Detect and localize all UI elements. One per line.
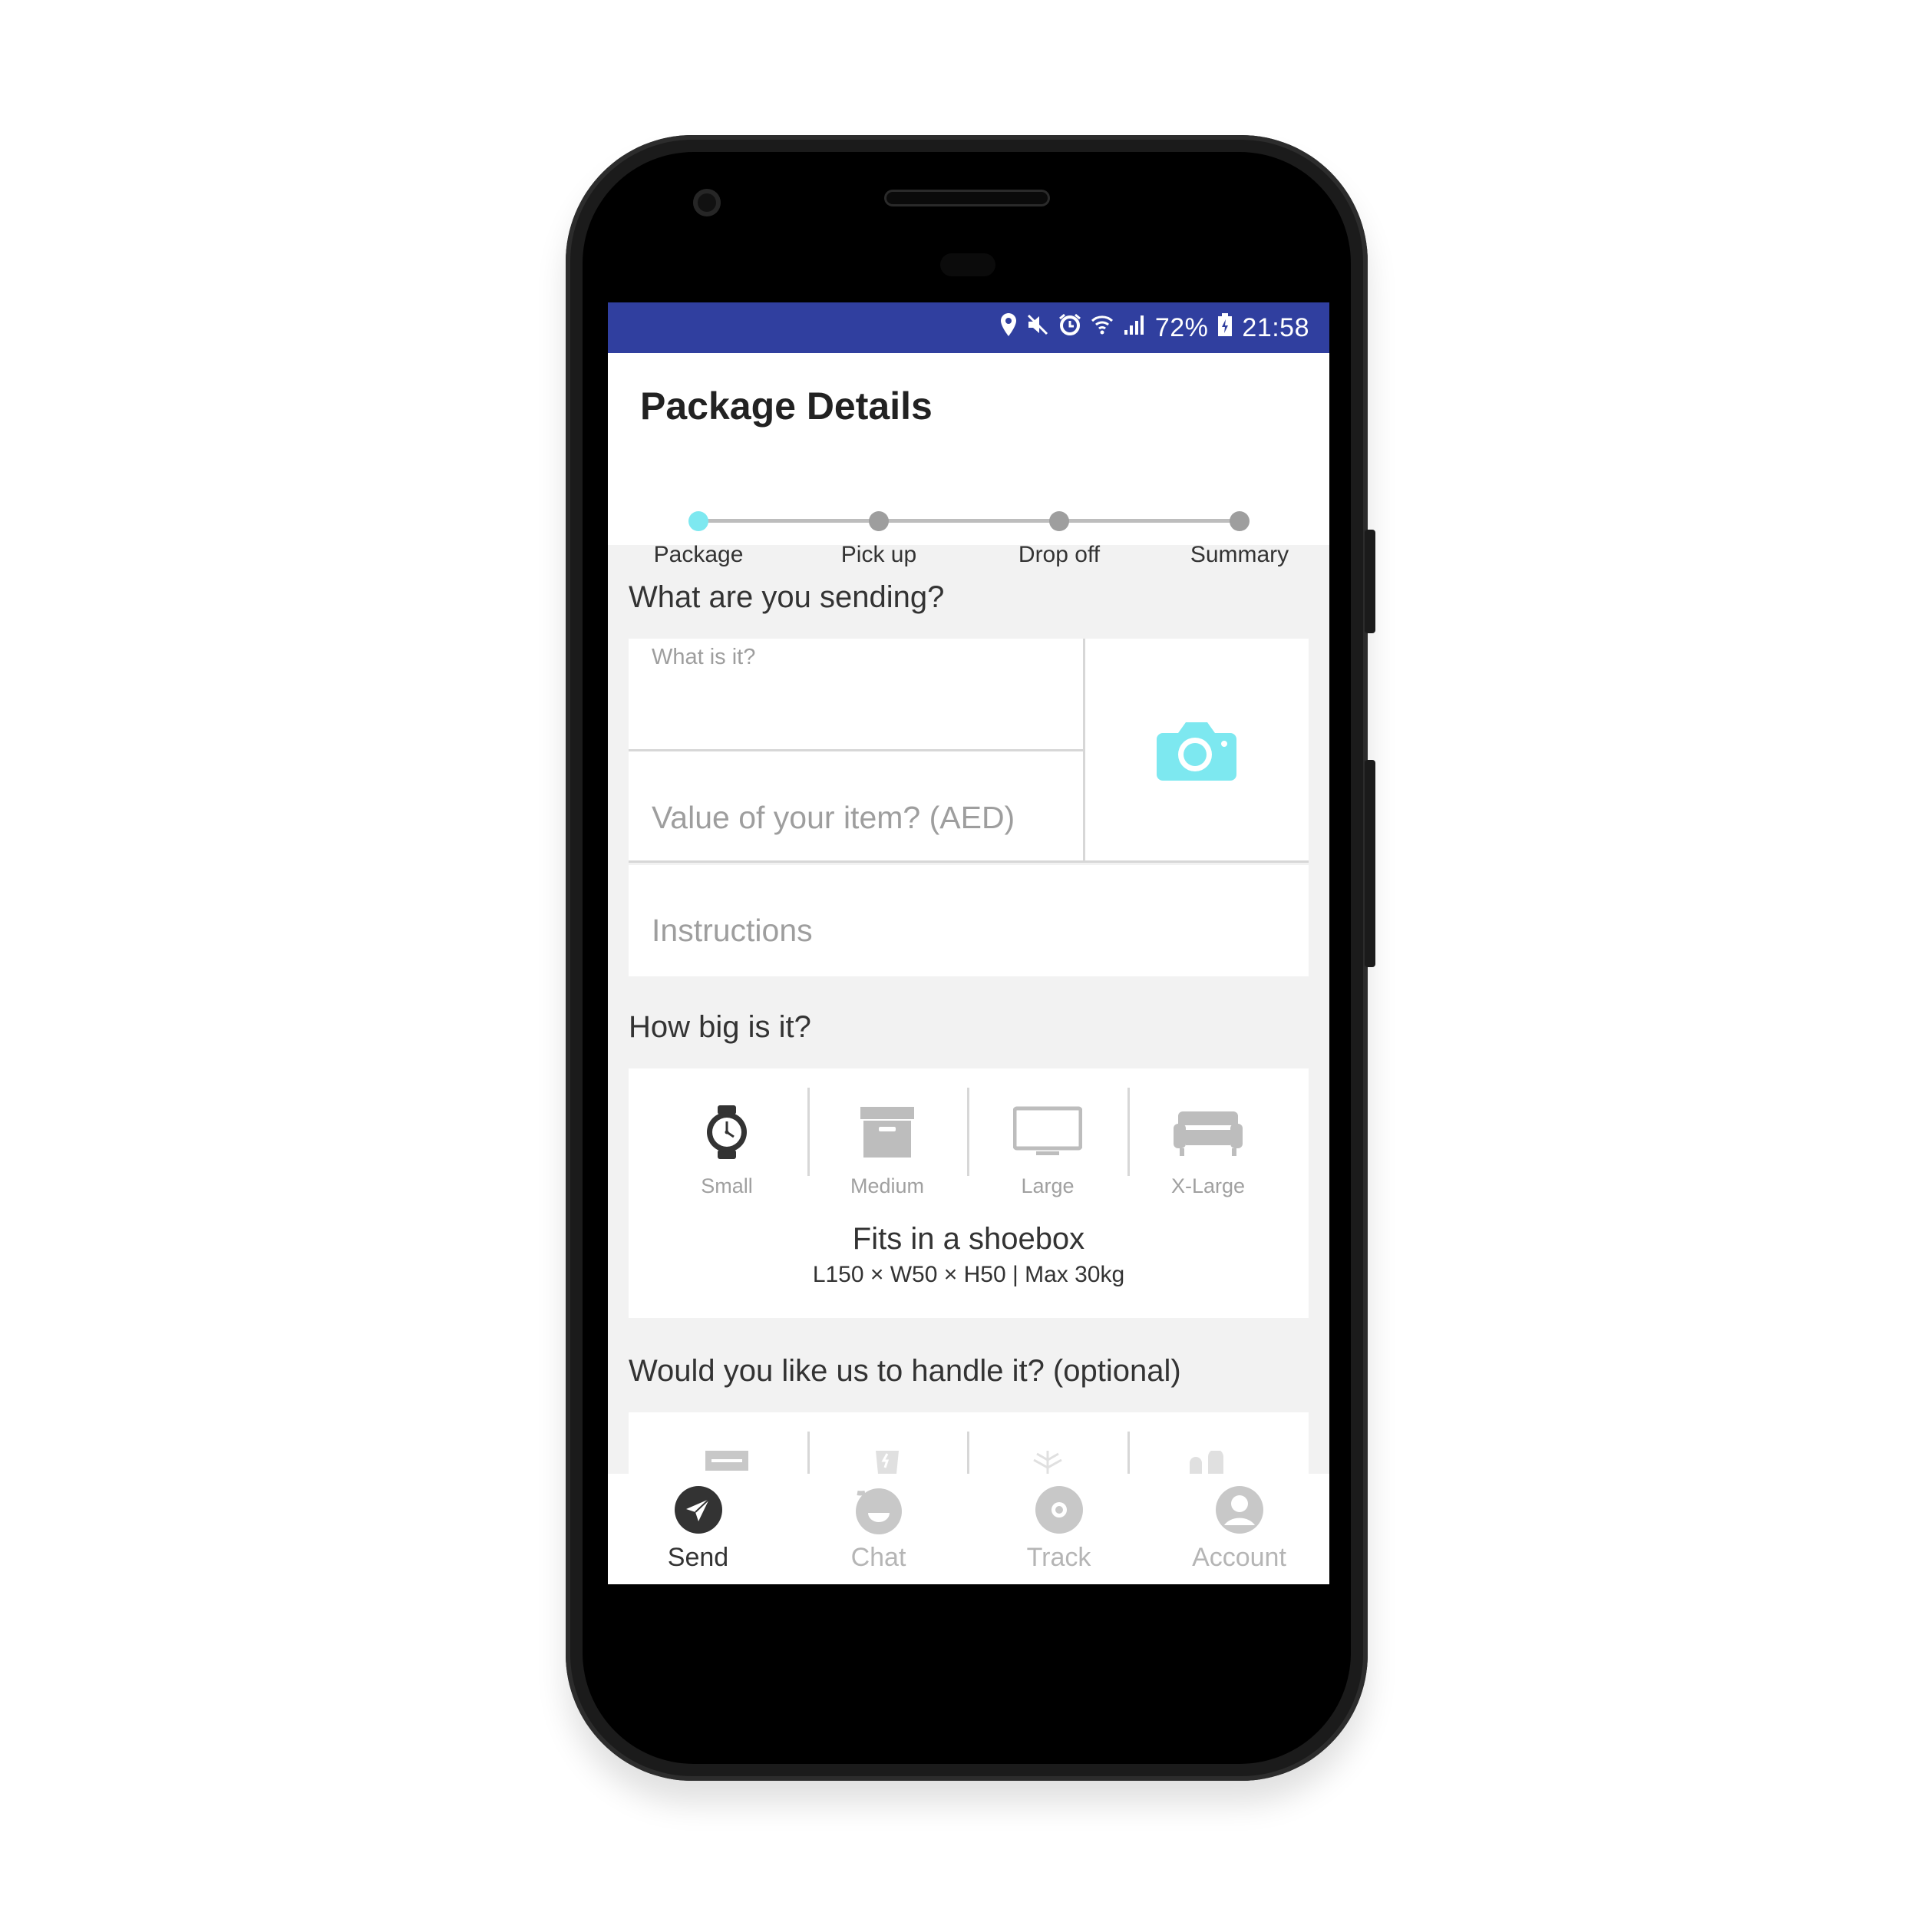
step-label-dropoff[interactable]: Drop off	[982, 542, 1136, 568]
size-dimensions: L150 × W50 × H50 | Max 30kg	[812, 1262, 1125, 1287]
size-label-small: Small	[701, 1174, 753, 1197]
nav-label-send: Send	[667, 1543, 729, 1572]
earpiece-speaker	[886, 192, 1048, 204]
nav-account[interactable]: Account	[1149, 1474, 1329, 1584]
battery-icon	[1217, 312, 1233, 343]
size-option-xlarge[interactable]: X-Large	[1127, 1068, 1289, 1222]
nav-track[interactable]: Track	[969, 1474, 1149, 1584]
size-label-xlarge: X-Large	[1170, 1174, 1246, 1197]
watch-icon	[707, 1105, 747, 1159]
handling-section-title: Would you like us to handle it? (optiona…	[629, 1354, 1181, 1388]
app-screen: 72% 21:58 Package Details Package Pick u…	[608, 302, 1329, 1584]
size-option-large[interactable]: Large	[967, 1068, 1128, 1222]
tv-icon	[1013, 1106, 1082, 1155]
send-icon	[675, 1486, 722, 1534]
size-section-title: How big is it?	[629, 1010, 811, 1044]
proximity-sensor	[940, 253, 995, 276]
nav-label-account: Account	[1192, 1543, 1286, 1572]
page-title: Package Details	[640, 385, 933, 428]
chat-icon	[856, 1488, 902, 1534]
what-is-it-input[interactable]: What is it?	[652, 645, 755, 670]
nav-send[interactable]: Send	[608, 1474, 788, 1584]
field-divider	[629, 749, 1084, 751]
step-label-pickup[interactable]: Pick up	[802, 542, 956, 568]
size-label-large: Large	[1021, 1174, 1075, 1197]
location-icon	[1000, 312, 1017, 343]
field-divider	[629, 860, 1309, 863]
wifi-icon	[1091, 313, 1114, 342]
wrap-icon	[705, 1451, 748, 1471]
sending-section-title: What are you sending?	[629, 580, 945, 614]
clock: 21:58	[1242, 312, 1309, 342]
instructions-input[interactable]: Instructions	[652, 913, 813, 949]
sofa-icon	[1174, 1111, 1243, 1156]
alarm-icon	[1058, 313, 1081, 342]
stepper-track	[698, 519, 1240, 523]
bottom-navigation: Send Chat Track Account	[608, 1474, 1329, 1584]
front-camera	[693, 189, 721, 216]
sending-card: What is it? Value of your item? (AED)	[629, 639, 1309, 863]
signal-icon	[1123, 313, 1146, 342]
volume-button	[1365, 760, 1375, 967]
power-button	[1365, 530, 1375, 633]
fragile-icon	[876, 1451, 899, 1474]
size-description: Fits in a shoebox	[852, 1222, 1085, 1256]
header: Package Details Package Pick up Drop off…	[608, 353, 1329, 567]
status-bar: 72% 21:58	[608, 302, 1329, 353]
step-label-summary[interactable]: Summary	[1163, 542, 1316, 568]
step-label-package[interactable]: Package	[622, 542, 775, 568]
cold-icon	[1033, 1451, 1062, 1474]
battery-percent: 72%	[1154, 312, 1209, 342]
box-icon	[860, 1107, 914, 1158]
size-option-medium[interactable]: Medium	[807, 1068, 968, 1222]
camera-icon	[1157, 722, 1236, 781]
step-dot-dropoff[interactable]	[1049, 511, 1069, 531]
track-icon	[1035, 1486, 1083, 1534]
step-dot-pickup[interactable]	[869, 511, 889, 531]
size-label-medium: Medium	[850, 1174, 925, 1197]
camera-divider	[1083, 639, 1085, 863]
item-value-input[interactable]: Value of your item? (AED)	[652, 800, 1015, 836]
account-icon	[1216, 1486, 1263, 1534]
care-icon	[1190, 1451, 1223, 1474]
step-dot-summary[interactable]	[1230, 511, 1250, 531]
size-option-small[interactable]: Small	[646, 1068, 807, 1222]
nav-label-track: Track	[1026, 1543, 1091, 1572]
instructions-card: Instructions	[629, 865, 1309, 976]
step-dot-package[interactable]	[688, 511, 708, 531]
mute-icon	[1026, 313, 1049, 342]
camera-button[interactable]	[1157, 719, 1236, 782]
nav-chat[interactable]: Chat	[788, 1474, 969, 1584]
nav-label-chat: Chat	[850, 1543, 906, 1572]
size-card: Small Medium Large X-Large Fits in a sho…	[629, 1068, 1309, 1318]
